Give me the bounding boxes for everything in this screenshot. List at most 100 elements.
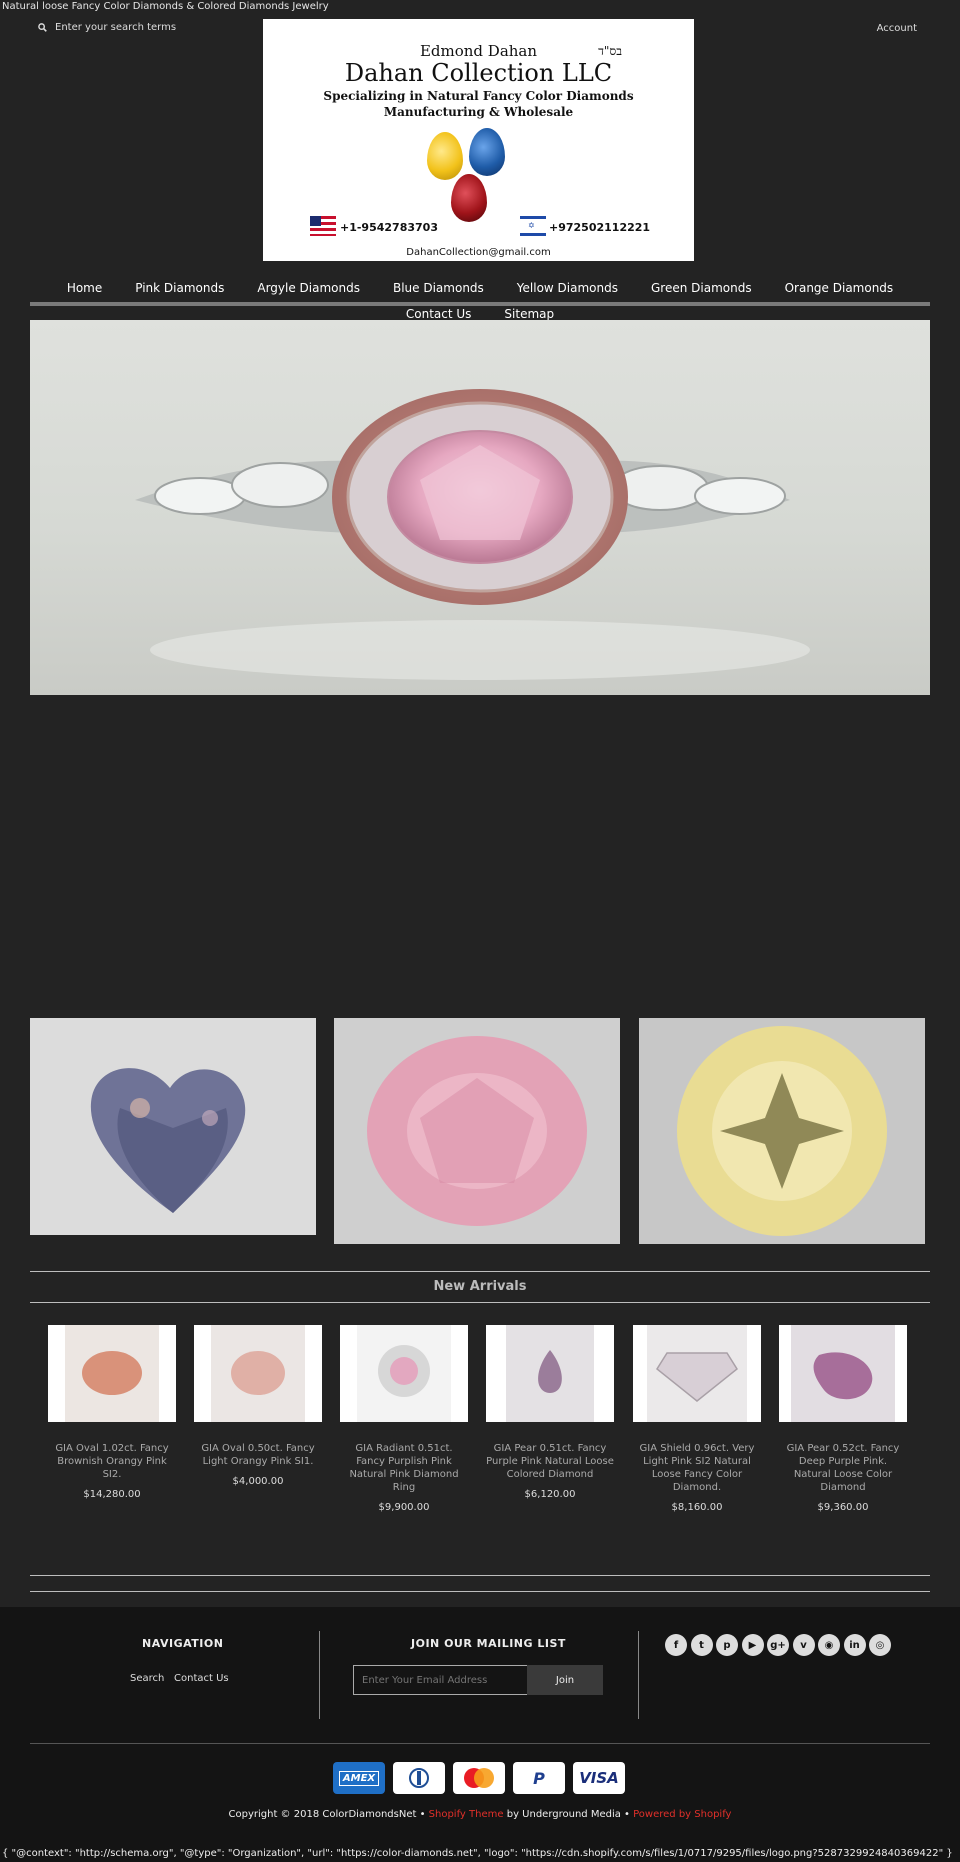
product-price: $14,280.00 xyxy=(83,1489,141,1500)
product-name[interactable]: GIA Radiant 0.51ct. Fancy Purplish Pink … xyxy=(340,1442,468,1494)
product-card[interactable]: GIA Radiant 0.51ct. Fancy Purplish Pink … xyxy=(340,1325,468,1513)
social-icons: f t p ▶ g+ v ◉ in ◎ xyxy=(665,1634,891,1656)
product-thumbnail xyxy=(65,1325,159,1422)
footer-link-contact-us[interactable]: Contact Us xyxy=(174,1673,229,1684)
logo-hebrew-mark: בס"ד xyxy=(598,44,622,58)
search-bar[interactable] xyxy=(38,22,215,33)
product-image[interactable] xyxy=(194,1325,322,1422)
product-name[interactable]: GIA Shield 0.96ct. Very Light Pink SI2 N… xyxy=(633,1442,761,1494)
facebook-icon[interactable]: f xyxy=(665,1634,687,1656)
new-arrivals-heading: New Arrivals xyxy=(433,1279,527,1294)
search-icon[interactable] xyxy=(38,23,47,32)
logo-tagline: Specializing in Natural Fancy Color Diam… xyxy=(323,89,634,103)
nav-item-home[interactable]: Home xyxy=(67,281,102,295)
footer-navigation-heading: NAVIGATION xyxy=(142,1637,224,1650)
shopify-theme-link[interactable]: Shopify Theme xyxy=(429,1809,504,1820)
mailing-join-button[interactable]: Join xyxy=(527,1665,603,1695)
product-card[interactable]: GIA Oval 0.50ct. Fancy Light Orangy Pink… xyxy=(194,1325,322,1487)
payment-icons: AMEX P VISA xyxy=(333,1762,625,1794)
featured-tile-blue-heart[interactable] xyxy=(30,1018,316,1235)
nav-divider xyxy=(30,302,930,306)
diners-club-icon xyxy=(393,1762,445,1794)
paypal-icon: P xyxy=(513,1762,565,1794)
amex-icon: AMEX xyxy=(333,1762,385,1794)
copyright-text: Copyright © 2018 ColorDiamondsNet • xyxy=(228,1809,426,1820)
footer-divider xyxy=(638,1631,639,1719)
product-price: $8,160.00 xyxy=(671,1502,723,1513)
product-name[interactable]: GIA Oval 1.02ct. Fancy Brownish Orangy P… xyxy=(48,1442,176,1481)
youtube-icon[interactable]: ▶ xyxy=(741,1634,764,1656)
pinterest-icon[interactable]: p xyxy=(716,1634,738,1656)
product-name[interactable]: GIA Pear 0.51ct. Fancy Purple Pink Natur… xyxy=(486,1442,614,1481)
logo-owner: Edmond Dahan xyxy=(419,42,538,60)
mastercard-icon xyxy=(453,1762,505,1794)
rss-icon[interactable]: ◉ xyxy=(818,1634,840,1656)
product-price: $9,900.00 xyxy=(378,1502,430,1513)
featured-tile-yellow-round[interactable] xyxy=(639,1018,925,1244)
new-arrivals-rule-bottom xyxy=(30,1302,930,1303)
product-name[interactable]: GIA Pear 0.52ct. Fancy Deep Purple Pink.… xyxy=(779,1442,907,1494)
product-image[interactable] xyxy=(633,1325,761,1422)
us-flag-icon xyxy=(310,216,336,236)
product-name[interactable]: GIA Oval 0.50ct. Fancy Light Orangy Pink… xyxy=(194,1442,322,1468)
hero-slide-image[interactable] xyxy=(30,320,930,695)
product-thumbnail xyxy=(211,1325,305,1422)
account-link[interactable]: Account xyxy=(877,23,917,34)
product-image[interactable] xyxy=(340,1325,468,1422)
nav-item-green-diamonds[interactable]: Green Diamonds xyxy=(651,281,752,295)
red-gem-icon xyxy=(451,174,487,222)
product-card[interactable]: GIA Oval 1.02ct. Fancy Brownish Orangy P… xyxy=(48,1325,176,1500)
phone-israel: +972502112221 xyxy=(549,221,651,234)
copyright-line: Copyright © 2018 ColorDiamondsNet • Shop… xyxy=(0,1809,960,1820)
product-gem xyxy=(231,1351,285,1395)
yellow-round-diamond-image xyxy=(677,1026,887,1236)
yellow-gem-icon xyxy=(427,132,463,180)
footer-mailing-heading: JOIN OUR MAILING LIST xyxy=(411,1637,566,1650)
nav-item-pink-diamonds[interactable]: Pink Diamonds xyxy=(135,281,224,295)
featured-tile-pink-oval[interactable] xyxy=(334,1018,620,1244)
product-card[interactable]: GIA Pear 0.52ct. Fancy Deep Purple Pink.… xyxy=(779,1325,907,1513)
search-input[interactable] xyxy=(55,22,215,33)
schema-json-text: { "@context": "http://schema.org", "@typ… xyxy=(0,1848,960,1862)
page-title: Natural loose Fancy Color Diamonds & Col… xyxy=(2,1,329,12)
product-price: $6,120.00 xyxy=(524,1489,576,1500)
nav-item-orange-diamonds[interactable]: Orange Diamonds xyxy=(785,281,894,295)
nav-item-blue-diamonds[interactable]: Blue Diamonds xyxy=(393,281,484,295)
twitter-icon[interactable]: t xyxy=(690,1634,713,1656)
footer-link-search[interactable]: Search xyxy=(130,1673,164,1684)
linkedin-icon[interactable]: in xyxy=(843,1634,866,1656)
product-image[interactable] xyxy=(48,1325,176,1422)
nav-item-yellow-diamonds[interactable]: Yellow Diamonds xyxy=(517,281,618,295)
site-footer: NAVIGATION Search Contact Us JOIN OUR MA… xyxy=(0,1607,960,1862)
main-nav-row-1: Home Pink Diamonds Argyle Diamonds Blue … xyxy=(30,281,930,295)
powered-by-shopify-link[interactable]: Powered by Shopify xyxy=(633,1809,731,1820)
store-logo[interactable]: Edmond Dahan בס"ד Dahan Collection LLC S… xyxy=(263,19,694,261)
product-gem xyxy=(82,1351,142,1395)
nav-item-sitemap[interactable]: Sitemap xyxy=(504,307,554,321)
product-thumbnail xyxy=(791,1325,895,1422)
logo-email: DahanCollection@gmail.com xyxy=(406,247,551,258)
product-thumbnail xyxy=(506,1325,594,1422)
product-thumbnail xyxy=(357,1325,451,1422)
phone-us: +1-9542783703 xyxy=(340,221,438,234)
blue-gem-icon xyxy=(469,128,505,176)
product-card[interactable]: GIA Pear 0.51ct. Fancy Purple Pink Natur… xyxy=(486,1325,614,1500)
pink-oval-diamond-image xyxy=(367,1036,587,1226)
logo-subtagline: Manufacturing & Wholesale xyxy=(383,105,574,119)
logo-company: Dahan Collection LLC xyxy=(344,59,613,87)
product-image[interactable] xyxy=(779,1325,907,1422)
main-nav-row-2: Contact Us Sitemap xyxy=(30,307,930,321)
product-card[interactable]: GIA Shield 0.96ct. Very Light Pink SI2 N… xyxy=(633,1325,761,1513)
new-arrivals-rule-top xyxy=(30,1271,930,1272)
israel-flag-icon: ✡ xyxy=(520,216,546,236)
nav-item-argyle-diamonds[interactable]: Argyle Diamonds xyxy=(257,281,360,295)
section-rule xyxy=(30,1591,930,1592)
mailing-email-input[interactable] xyxy=(353,1665,529,1695)
google-plus-icon[interactable]: g+ xyxy=(767,1634,789,1656)
product-image[interactable] xyxy=(486,1325,614,1422)
instagram-icon[interactable]: ◎ xyxy=(869,1634,891,1656)
vimeo-icon[interactable]: v xyxy=(792,1634,815,1656)
footer-rule xyxy=(30,1743,930,1744)
nav-item-contact-us[interactable]: Contact Us xyxy=(406,307,472,321)
product-thumbnail xyxy=(647,1325,747,1422)
